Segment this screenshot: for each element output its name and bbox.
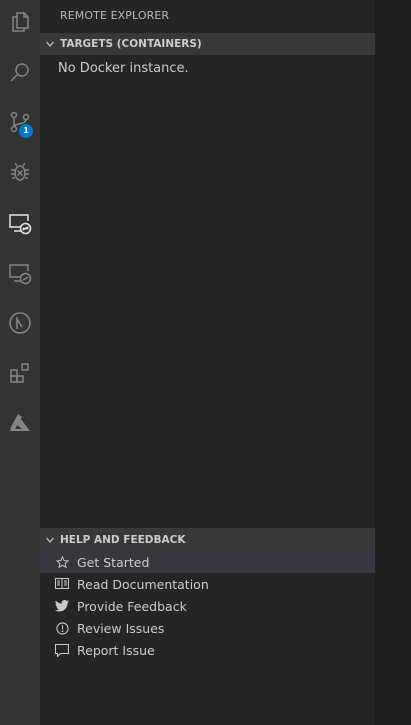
- no-docker-message: No Docker instance.: [58, 61, 189, 76]
- azure-icon: [10, 414, 30, 431]
- targets-section-header[interactable]: TARGETS (CONTAINERS): [40, 33, 375, 55]
- targets-section-title: TARGETS (CONTAINERS): [60, 38, 202, 50]
- remote-explorer-icon: [9, 214, 32, 235]
- twitter-icon: [55, 600, 69, 612]
- debug-button[interactable]: [0, 152, 40, 192]
- explorer-button[interactable]: [0, 2, 40, 42]
- timeline-button[interactable]: [0, 303, 40, 343]
- extensions-button[interactable]: [0, 353, 40, 393]
- get-started-item[interactable]: Get Started: [40, 551, 375, 573]
- report-issue-label: Report Issue: [77, 642, 155, 658]
- sidebar: REMOTE EXPLORER TARGETS (CONTAINERS) No …: [40, 0, 375, 725]
- timeline-icon: [9, 312, 31, 334]
- book-icon: [55, 578, 69, 589]
- chevron-down-icon: [46, 41, 54, 47]
- issues-icon: [55, 621, 69, 635]
- read-documentation-label: Read Documentation: [77, 576, 209, 592]
- remote-explorer-2-button[interactable]: [0, 253, 40, 293]
- star-icon: [55, 555, 69, 568]
- debug-icon: [11, 162, 29, 181]
- editor-area: [375, 0, 411, 725]
- source-control-button[interactable]: 1: [0, 102, 40, 142]
- provide-feedback-label: Provide Feedback: [77, 598, 187, 614]
- review-issues-label: Review Issues: [77, 620, 165, 636]
- get-started-label: Get Started: [77, 554, 150, 570]
- scm-badge: 1: [19, 124, 33, 138]
- review-issues-item[interactable]: Review Issues: [40, 617, 375, 639]
- extensions-icon: [10, 363, 29, 383]
- comment-icon: [55, 643, 69, 657]
- remote-explorer-2-icon: [9, 264, 32, 285]
- search-button[interactable]: [0, 52, 40, 92]
- sidebar-title: REMOTE EXPLORER: [60, 9, 170, 22]
- help-section-header[interactable]: HELP AND FEEDBACK: [40, 529, 375, 551]
- activity-bar: 1: [0, 0, 40, 725]
- files-icon: [12, 12, 29, 32]
- help-section-title: HELP AND FEEDBACK: [60, 534, 186, 546]
- chevron-down-icon: [46, 537, 54, 543]
- read-documentation-item[interactable]: Read Documentation: [40, 573, 375, 595]
- remote-explorer-button[interactable]: [0, 203, 40, 243]
- provide-feedback-item[interactable]: Provide Feedback: [40, 595, 375, 617]
- report-issue-item[interactable]: Report Issue: [40, 639, 375, 661]
- azure-button[interactable]: [0, 403, 40, 443]
- search-icon: [10, 63, 29, 82]
